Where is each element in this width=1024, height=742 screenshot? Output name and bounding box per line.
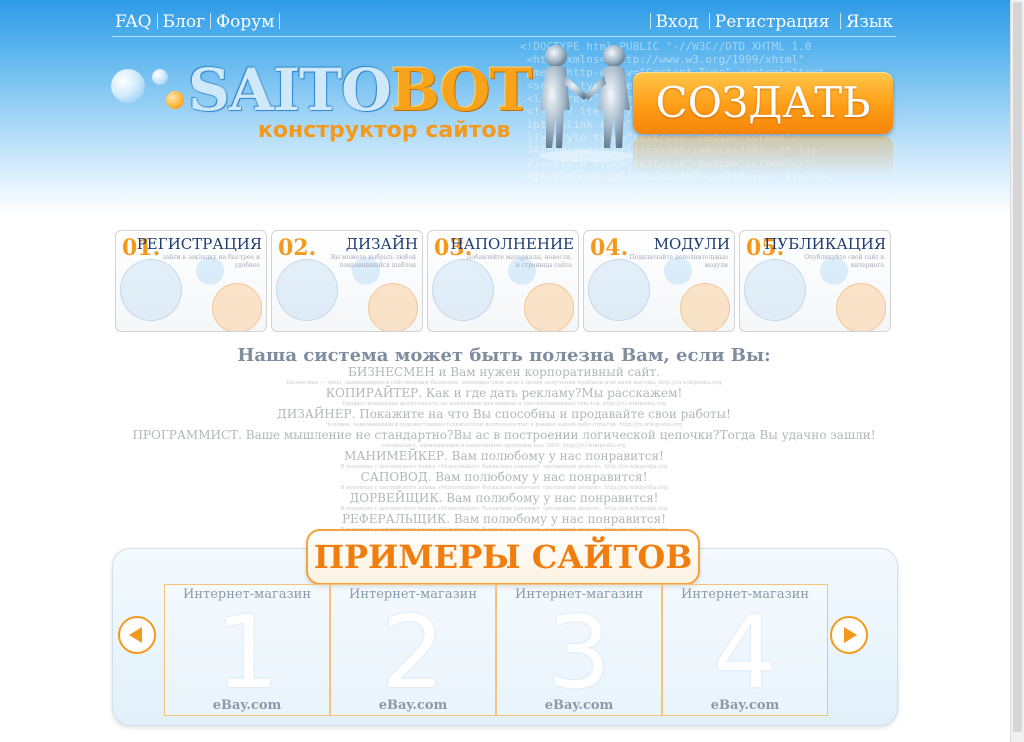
- top-nav-left: FAQ Блог Форум: [115, 12, 285, 32]
- logo-tagline: конструктор сайтов: [258, 118, 511, 143]
- step-card-publication[interactable]: 05. ПУБЛИКАЦИЯ Опубликуйте свой сайт в и…: [739, 230, 891, 332]
- example-card-digit: 3: [547, 594, 611, 711]
- useful-item: РЕФЕРАЛЬЩИК. Вам полюбому у нас понравит…: [341, 512, 667, 526]
- example-card-footer: eBay.com: [544, 698, 614, 713]
- logo-part-bot: BOT: [390, 56, 533, 124]
- step-card-registration[interactable]: 01. РЕГИСТРАЦИЯ зайти в закладку на быст…: [115, 230, 267, 332]
- example-card-footer: eBay.com: [710, 698, 780, 713]
- useful-item: ПРОГРАММИСТ. Ваше мышление не стандартно…: [132, 428, 876, 442]
- nav-blog-link[interactable]: Блог: [163, 12, 205, 32]
- decor-circle: [524, 283, 574, 331]
- step-description: Опубликуйте свой сайт в интернете: [804, 254, 884, 269]
- decor-circle: [212, 283, 262, 331]
- nav-divider: [112, 36, 896, 37]
- useful-for-section: Наша система может быть полезна Вам, есл…: [112, 346, 896, 534]
- logo-bubble-large-icon: [111, 69, 145, 103]
- step-card-design[interactable]: 02. ДИЗАЙН Вы можете выбрать любой понра…: [271, 230, 423, 332]
- useful-item: САПОВОД. Вам полюбому у нас понравится!: [360, 470, 648, 484]
- useful-heading: Наша система может быть полезна Вам, есл…: [237, 345, 771, 366]
- useful-item: ДИЗАЙНЕР. Покажите на что Вы способны и …: [277, 407, 731, 421]
- step-card-content[interactable]: 03. НАПОЛНЕНИЕ Добавляйте материалы, нов…: [427, 230, 579, 332]
- nav-faq-link[interactable]: FAQ: [115, 12, 152, 32]
- step-title: МОДУЛИ: [653, 235, 730, 253]
- top-nav-right: Вход Регистрация Язык: [645, 12, 893, 32]
- useful-item: БИЗНЕСМЕН и Вам нужен корпоративный сайт…: [348, 365, 660, 379]
- step-card-modules[interactable]: 04. МОДУЛИ Подключайте дополнительные мо…: [583, 230, 735, 332]
- example-card-digit: 2: [381, 594, 445, 711]
- logo-part-saito: SAITO: [188, 56, 392, 124]
- steps-row: 01. РЕГИСТРАЦИЯ зайти в закладку на быст…: [115, 230, 891, 332]
- decor-circle: [680, 283, 730, 331]
- decor-circle: [368, 283, 418, 331]
- scrollbar-thumb[interactable]: [1013, 2, 1022, 732]
- example-card-digit: 1: [215, 594, 279, 711]
- logo[interactable]: SAITOBOT: [188, 56, 532, 124]
- header-banner: <!DOCTYPE html PUBLIC "-//W3C//DTD XHTML…: [0, 0, 1011, 215]
- useful-item: МАНИМЕЙКЕР. Вам полюбому у нас понравитс…: [344, 449, 664, 463]
- example-card[interactable]: Интернет-магазин 4 eBay.com: [662, 584, 828, 716]
- nav-separator: [649, 13, 651, 29]
- vertical-scrollbar[interactable]: [1010, 0, 1024, 742]
- carousel-next-arrow-icon[interactable]: [830, 616, 868, 654]
- useful-item: ДОРВЕЙЩИК. Вам полюбому у нас понравится…: [349, 491, 659, 505]
- nav-separator: [708, 13, 710, 29]
- decor-circle: [836, 283, 886, 331]
- nav-login-link[interactable]: Вход: [656, 12, 699, 32]
- example-card-footer: eBay.com: [378, 698, 448, 713]
- step-description: Подключайте дополнительные модули: [629, 254, 728, 269]
- carousel-prev-arrow-icon[interactable]: [118, 616, 156, 654]
- nav-separator: [156, 13, 158, 29]
- step-title: ПУБЛИКАЦИЯ: [764, 235, 886, 253]
- example-card[interactable]: Интернет-магазин 2 eBay.com: [330, 584, 496, 716]
- logo-bubble-small-icon: [152, 69, 168, 85]
- example-card[interactable]: Интернет-магазин 1 eBay.com: [164, 584, 330, 716]
- nav-separator: [839, 13, 841, 29]
- nav-separator: [279, 13, 281, 29]
- examples-carousel: Интернет-магазин 1 eBay.com Интернет-маг…: [164, 584, 828, 716]
- step-title: ДИЗАЙН: [345, 235, 418, 253]
- examples-title: ПРИМЕРЫ САЙТОВ: [306, 529, 700, 585]
- nav-register-link[interactable]: Регистрация: [715, 12, 830, 32]
- create-button-reflection: [633, 136, 893, 176]
- nav-forum-link[interactable]: Форум: [216, 12, 274, 32]
- step-description: Добавляйте материалы, новости, и страниц…: [466, 254, 572, 269]
- step-description: зайти в закладку на быстрее и удобнее: [162, 254, 260, 269]
- example-card[interactable]: Интернет-магазин 3 eBay.com: [496, 584, 662, 716]
- handshake-figures-illustration: [538, 45, 634, 162]
- nav-separator: [209, 13, 211, 29]
- useful-item: КОПИРАЙТЕР. Как и где дать рекламу?Мы ра…: [325, 386, 683, 400]
- step-title: НАПОЛНЕНИЕ: [450, 235, 574, 253]
- step-description: Вы можете выбрать любой понравившийся ша…: [330, 254, 416, 269]
- create-site-button[interactable]: СОЗДАТЬ: [633, 72, 893, 134]
- nav-language-link[interactable]: Язык: [846, 12, 893, 32]
- example-card-digit: 4: [713, 594, 777, 711]
- logo-bubble-orange-icon: [166, 91, 184, 109]
- step-title: РЕГИСТРАЦИЯ: [136, 235, 262, 253]
- example-card-footer: eBay.com: [212, 698, 282, 713]
